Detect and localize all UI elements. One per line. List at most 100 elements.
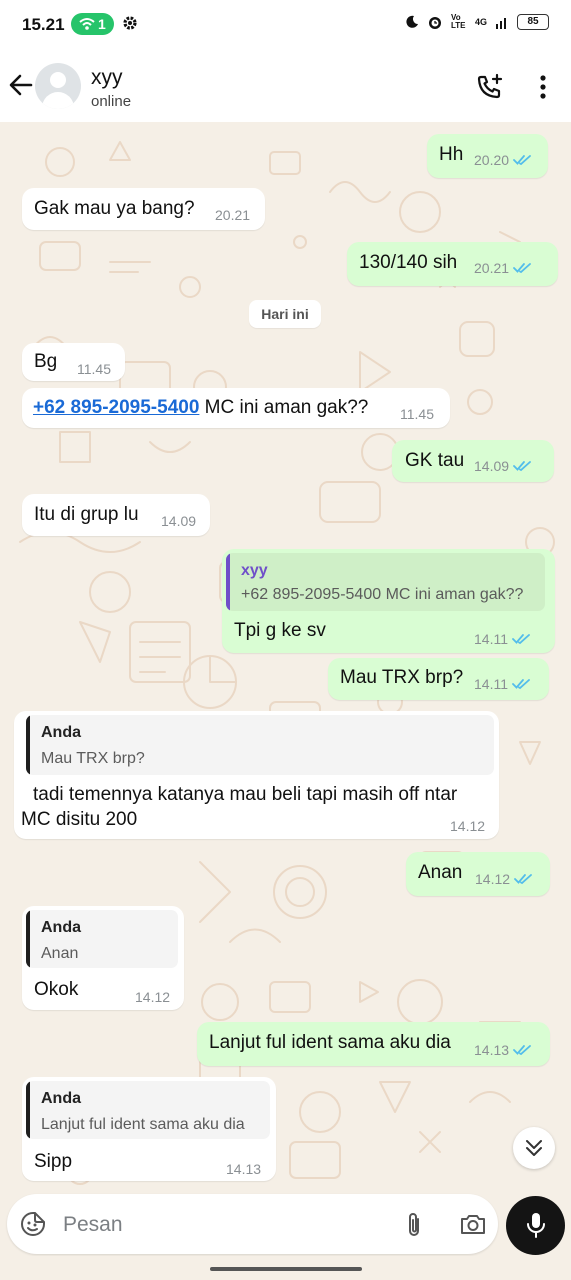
volte-text: Vo LTE (450, 13, 466, 30)
message-text: Gak mau ya bang? (34, 198, 195, 219)
system-nav-bar (0, 1256, 571, 1280)
message-incoming-reply[interactable]: Anda Mau TRX brp? tadi temennya katanya … (14, 711, 499, 839)
quoted-message[interactable]: Anda Anan (26, 910, 178, 968)
status-right-icons: Vo LTE 4G 85 (405, 14, 549, 30)
quoted-message[interactable]: xyy +62 895-2095-5400 MC ini aman gak?? (226, 553, 545, 611)
message-time: 14.11 (474, 676, 508, 692)
avatar-head (50, 72, 66, 88)
battery-level: 85 (527, 16, 539, 27)
message-incoming-reply[interactable]: Anda Lanjut ful ident sama aku dia Sipp … (22, 1077, 276, 1181)
message-time: 11.45 (77, 361, 111, 377)
message-time: 14.12 (475, 871, 511, 887)
message-outgoing[interactable]: Anan 14.12 (406, 852, 550, 896)
message-meta: 14.11 (474, 676, 532, 692)
message-text: +62 895-2095-5400 MC ini aman gak?? (33, 397, 368, 419)
status-bar: 15.21 1 Vo LTE 4G 85 (0, 0, 571, 50)
message-meta: 14.12 (475, 871, 534, 887)
message-text: Bg (34, 351, 58, 372)
message-text-line2: MC disitu 200 (21, 809, 138, 830)
hotspot-indicator: 1 (71, 13, 114, 35)
message-text: Tpi g ke sv (234, 620, 326, 641)
scroll-to-bottom-button[interactable] (513, 1127, 555, 1169)
message-time: 20.21 (474, 260, 510, 276)
network-type: 4G (474, 17, 487, 27)
quoted-message[interactable]: Anda Mau TRX brp? (26, 715, 494, 775)
message-incoming-reply[interactable]: Anda Anan Okok 14.12 (22, 906, 184, 1010)
message-time: 14.11 (474, 631, 508, 647)
phone-link[interactable]: +62 895-2095-5400 (33, 397, 199, 418)
date-separator: Hari ini (249, 300, 321, 328)
message-body: MC ini aman gak?? (199, 397, 369, 418)
message-time: 20.20 (474, 152, 510, 168)
message-time: 14.13 (226, 1161, 262, 1177)
message-outgoing[interactable]: Mau TRX brp? 14.11 (328, 658, 549, 700)
quote-bar (226, 553, 230, 611)
add-call-icon[interactable] (476, 73, 504, 101)
message-time: 14.12 (135, 989, 171, 1005)
contact-status: online (91, 93, 132, 110)
message-time: 20.21 (215, 207, 251, 223)
message-meta: 20.21 (474, 260, 533, 276)
chat-header: xyy online (0, 50, 571, 122)
double-check-read-icon (513, 461, 531, 472)
message-outgoing[interactable]: GK tau 14.09 (392, 440, 554, 482)
chevron-double-down-icon (526, 1140, 542, 1156)
gesture-handle[interactable] (210, 1267, 362, 1271)
hotspot-icon (79, 18, 95, 30)
quote-bar (26, 715, 30, 775)
double-check-read-icon (513, 155, 531, 166)
paperclip-icon[interactable] (403, 1211, 425, 1239)
voice-record-button[interactable] (506, 1196, 565, 1255)
mic-icon (527, 1213, 545, 1238)
quote-bar (26, 1081, 30, 1139)
message-meta: 20.20 (474, 152, 533, 168)
back-arrow-icon[interactable] (8, 72, 34, 98)
quote-bar (26, 910, 30, 968)
signal-icon (496, 18, 506, 29)
message-input[interactable] (61, 1204, 385, 1246)
message-time: 14.09 (474, 458, 510, 474)
double-check-read-icon (512, 634, 530, 645)
message-time: 14.13 (474, 1042, 510, 1058)
message-text: Okok (34, 979, 79, 1000)
quoted-message[interactable]: Anda Lanjut ful ident sama aku dia (26, 1081, 270, 1139)
double-check-read-icon (513, 263, 531, 274)
chat-area[interactable]: Hh 20.20 Gak mau ya bang? 20.21 130/140 … (0, 122, 571, 1190)
emoji-sticker-icon[interactable] (20, 1211, 46, 1237)
message-outgoing[interactable]: Lanjut ful ident sama aku dia 14.13 (197, 1022, 550, 1066)
message-text: Hh (439, 144, 464, 165)
message-incoming[interactable]: +62 895-2095-5400 MC ini aman gak?? 11.4… (22, 388, 450, 428)
more-vert-icon[interactable] (532, 74, 554, 100)
camera-icon[interactable] (459, 1212, 487, 1236)
message-incoming[interactable]: Itu di grup lu 14.09 (22, 494, 210, 536)
quote-author: xyy (241, 562, 268, 579)
message-text: GK tau (405, 450, 465, 471)
quote-text: +62 895-2095-5400 MC ini aman gak?? (241, 586, 524, 603)
message-incoming[interactable]: Bg 11.45 (22, 343, 125, 381)
message-text: Lanjut ful ident sama aku dia (209, 1032, 451, 1053)
contact-name[interactable]: xyy (91, 66, 123, 90)
message-outgoing[interactable]: 130/140 sih 20.21 (347, 242, 558, 286)
moon-icon (406, 15, 418, 28)
battery-icon: 85 (517, 14, 549, 30)
quote-author: Anda (41, 724, 81, 741)
message-text: 130/140 sih (359, 252, 458, 273)
message-incoming[interactable]: Gak mau ya bang? 20.21 (22, 188, 265, 230)
message-outgoing[interactable]: Hh 20.20 (427, 134, 548, 178)
avatar[interactable] (35, 63, 81, 109)
avatar-body (42, 92, 74, 109)
quote-text: Mau TRX brp? (41, 750, 145, 767)
message-text: Mau TRX brp? (340, 667, 464, 688)
message-text: Anan (418, 862, 463, 883)
message-text-line1: tadi temennya katanya mau beli tapi masi… (33, 784, 458, 805)
message-text: Itu di grup lu (34, 504, 139, 525)
hotspot-count: 1 (98, 16, 106, 32)
gear-icon (123, 16, 137, 30)
message-time: 14.12 (450, 818, 486, 834)
message-meta: 14.09 (474, 458, 533, 474)
quote-text: Lanjut ful ident sama aku dia (41, 1116, 245, 1133)
message-outgoing-reply[interactable]: xyy +62 895-2095-5400 MC ini aman gak?? … (222, 549, 555, 653)
message-text: Sipp (34, 1151, 73, 1172)
message-meta: 14.13 (474, 1042, 533, 1058)
alarm-icon (428, 17, 441, 29)
